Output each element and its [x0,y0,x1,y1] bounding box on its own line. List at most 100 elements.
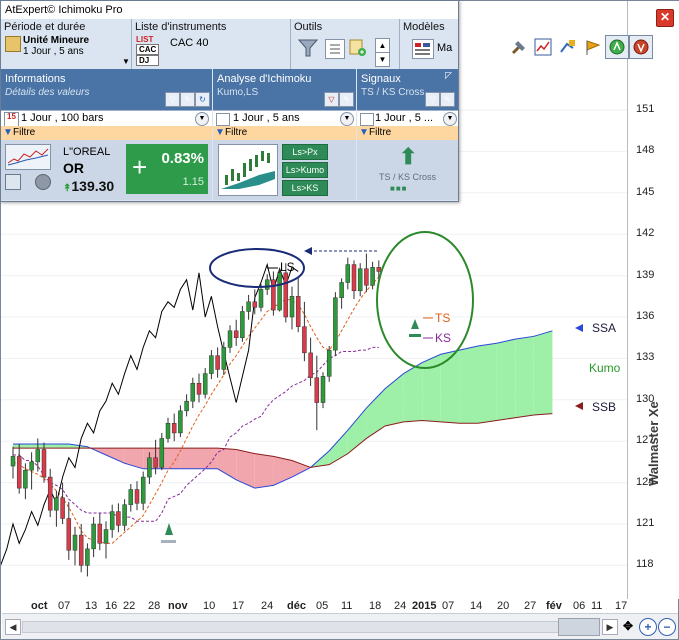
checkbox-icon[interactable] [5,174,21,190]
signals-select-dropdown-icon[interactable]: ▼ [443,112,457,126]
signals-card[interactable]: ⬆ TS / KS Cross ■■■ [357,140,458,200]
signals-settings-icon[interactable]: ✎ [440,92,455,107]
period-value: Unité Mineure [23,35,90,46]
grid-icon [216,113,230,126]
info-filter-icon[interactable]: ▽ [165,92,180,107]
quote-card[interactable]: L"OREAL OR ↟139.30 + 0.83% 1.15 [1,140,212,200]
scroll-track[interactable] [22,621,584,633]
kumo-segment [533,330,553,415]
info-period-select[interactable]: 15 1 Jour , 100 bars ▼ [1,110,212,127]
alert-red-icon[interactable] [629,35,653,59]
candle-body [153,457,158,468]
candle-body [41,449,47,478]
ichimoku-select-dropdown-icon[interactable]: ▼ [340,112,354,126]
x-tick-label: 17 [232,600,245,612]
y-axis: 151 148 145 142 139 136 133 130 127 124 121 118 [627,1,679,599]
candle-body [289,296,295,318]
period-section[interactable]: Période et durée Unité Mineure 1 Jour , … [1,19,132,69]
kumo-segment [366,388,385,439]
scroll-left-button[interactable]: ◀ [5,619,21,635]
scroll-right-button[interactable]: ▶ [602,619,618,635]
candle-body [227,330,233,348]
signals-filter-icon[interactable]: ▽ [425,92,440,107]
candle-body [258,289,264,308]
zoom-in-icon[interactable]: + [639,618,657,636]
ls-ks-button[interactable]: Ls>KS [282,180,328,196]
buy-signal-bar-early [161,540,176,543]
info-panel-header[interactable]: Informations Détails des valeurs ▽ ✎ ↻ [1,69,212,110]
zoom-out-icon[interactable]: − [658,618,676,636]
add-item-icon[interactable] [349,39,367,57]
signals-filter-row[interactable]: ▼ Filtre [357,126,458,140]
signals-panel-header[interactable]: Signaux TS / KS Cross ▽ ✎ ◸ [357,69,458,110]
filter-icon-2: ▼ [215,127,225,138]
kumo-segment [161,448,181,469]
list-view-icon[interactable] [325,39,345,59]
candle-body [240,311,245,338]
ichimoku-filter-row[interactable]: ▼ Filtre [213,126,356,140]
ichimoku-panel-header[interactable]: Analyse d'Ichimoku Kumo,LS ▽ ✎ [213,69,356,110]
list-tag-dj: DJ [136,55,160,66]
info-select-dropdown-icon[interactable]: ▼ [195,112,209,126]
signals-period-select[interactable]: 1 Jour , 5 ... ▼ [357,110,458,127]
status-dot-icon [35,174,51,190]
hammer-tools-icon[interactable] [507,35,531,59]
alert-green-icon[interactable] [605,35,629,59]
candle-body [54,497,59,511]
ls-px-button[interactable]: Ls>Px [282,144,328,160]
models-value: Ma [437,42,453,54]
candle-body [35,449,41,463]
ls-kumo-button[interactable]: Ls>Kumo [282,162,328,178]
move-icon[interactable]: ✥ [620,618,636,634]
spin-down-button[interactable]: ▼ [375,52,390,67]
kumo-segment [13,443,32,449]
models-grid-icon[interactable] [412,39,434,59]
models-section[interactable]: Modèles Ma [400,19,458,69]
chart-analysis-icon[interactable] [531,35,555,59]
ichimoku-settings-icon[interactable]: ✎ [339,92,354,107]
candle-body [116,511,121,526]
instrument-dropdown-icon[interactable]: ▼ [122,57,130,66]
kumo-segment [347,408,367,454]
buy-signal-arrow [411,319,419,329]
info-settings-icon[interactable]: ✎ [180,92,195,107]
draw-tool-icon[interactable] [556,35,580,59]
info-refresh-icon[interactable]: ↻ [195,92,210,107]
ichimoku-select-value: 1 Jour , 5 ans [233,112,300,124]
scroll-thumb[interactable] [558,618,600,636]
spin-up-button[interactable]: ▲ [375,38,390,53]
close-button[interactable]: ✕ [656,9,674,27]
ts-annotation: TS [435,311,451,325]
candle-body [233,330,239,338]
signals-corner-icon[interactable]: ◸ [445,70,452,81]
list-tags[interactable]: LIST CAC DJ [136,35,160,66]
ichimoku-period-select[interactable]: 1 Jour , 5 ans ▼ [213,110,356,127]
ichimoku-card[interactable]: Ls>Px Ls>Kumo Ls>KS [213,140,356,200]
instruments-section[interactable]: Liste d'instruments LIST CAC DJ CAC 40 ▼ [122,19,291,69]
candle-body [23,469,28,489]
y-tick-label: 133 [636,351,655,364]
ichimoku-thumb-icon [218,144,278,196]
candle-body [128,489,134,505]
candle-body [252,301,258,308]
up-signal-icon: ⬆ [399,144,418,169]
x-tick-label: 05 [316,600,329,612]
change-box: + 0.83% 1.15 [126,144,208,194]
change-value: 1.15 [182,176,204,188]
info-filter-row[interactable]: ▼ Filtre [1,126,212,140]
horizontal-scrollbar[interactable]: ◀ ▶ ✥ + − [2,613,678,639]
x-tick-label: 22 [123,600,136,612]
candle-body [326,349,332,377]
candle-body [246,301,251,312]
candle-body [357,268,363,292]
x-tick-label: 07 [442,600,455,612]
candle-body [370,267,375,286]
ichimoku-filter-icon[interactable]: ▽ [324,92,339,107]
flag-icon[interactable] [581,35,605,59]
candle-body [47,476,53,511]
candle-body [351,264,357,292]
funnel-filter-icon[interactable] [297,37,319,62]
x-tick-label: 24 [394,600,407,612]
candle-body [29,461,34,471]
x-tick-label: 24 [261,600,274,612]
